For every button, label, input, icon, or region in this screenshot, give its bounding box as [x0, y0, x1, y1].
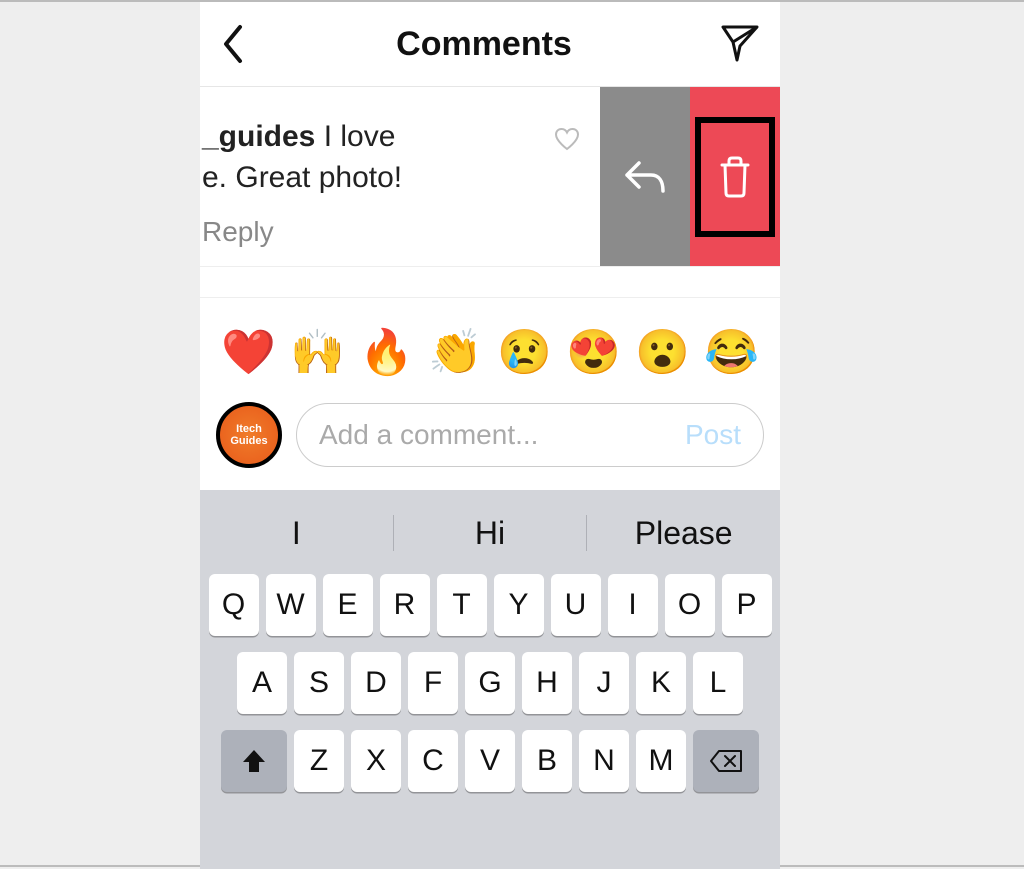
key-r[interactable]: R	[380, 574, 430, 636]
emoji-raising-hands[interactable]: 🙌	[290, 326, 345, 378]
key-row-1: Q W E R T Y U I O P	[200, 566, 780, 644]
suggestion-1[interactable]: I	[200, 515, 393, 552]
comment-row[interactable]: _guides I lovee. Great photo! Reply	[200, 87, 780, 267]
key-h[interactable]: H	[522, 652, 572, 714]
avatar[interactable]: Itech Guides	[216, 402, 282, 468]
reply-arrow-icon	[623, 157, 667, 197]
reply-link[interactable]: Reply	[200, 216, 600, 248]
suggestion-2[interactable]: Hi	[394, 515, 587, 552]
key-c[interactable]: C	[408, 730, 458, 792]
app-screen: Comments _guides I lovee. Great photo! R…	[200, 2, 780, 869]
key-d[interactable]: D	[351, 652, 401, 714]
swipe-delete-button[interactable]	[690, 87, 780, 266]
suggestion-3[interactable]: Please	[587, 515, 780, 552]
key-k[interactable]: K	[636, 652, 686, 714]
send-icon[interactable]	[720, 24, 760, 64]
key-v[interactable]: V	[465, 730, 515, 792]
shift-key[interactable]	[221, 730, 287, 792]
key-s[interactable]: S	[294, 652, 344, 714]
post-button[interactable]: Post	[685, 419, 741, 451]
swipe-actions	[600, 87, 780, 266]
key-l[interactable]: L	[693, 652, 743, 714]
trash-icon	[716, 155, 754, 199]
shift-icon	[241, 748, 267, 774]
key-g[interactable]: G	[465, 652, 515, 714]
key-z[interactable]: Z	[294, 730, 344, 792]
comment-username: _guides	[202, 120, 315, 153]
key-q[interactable]: Q	[209, 574, 259, 636]
emoji-bar: ❤️ 🙌 🔥 👏 😢 😍 😮 😂	[200, 297, 780, 388]
page-title: Comments	[396, 25, 572, 64]
key-o[interactable]: O	[665, 574, 715, 636]
key-b[interactable]: B	[522, 730, 572, 792]
comment-input[interactable]: Add a comment... Post	[296, 403, 764, 467]
key-i[interactable]: I	[608, 574, 658, 636]
key-row-2: A S D F G H J K L	[200, 644, 780, 722]
heart-icon[interactable]	[554, 127, 580, 156]
emoji-clap[interactable]: 👏	[428, 326, 483, 378]
key-n[interactable]: N	[579, 730, 629, 792]
emoji-cry[interactable]: 😢	[497, 326, 552, 378]
key-p[interactable]: P	[722, 574, 772, 636]
key-x[interactable]: X	[351, 730, 401, 792]
key-f[interactable]: F	[408, 652, 458, 714]
header: Comments	[200, 2, 780, 87]
key-row-3: Z X C V B N M	[200, 722, 780, 800]
key-a[interactable]: A	[237, 652, 287, 714]
back-icon[interactable]	[220, 23, 248, 65]
key-m[interactable]: M	[636, 730, 686, 792]
emoji-fire[interactable]: 🔥	[359, 326, 414, 378]
key-y[interactable]: Y	[494, 574, 544, 636]
comment-input-row: Itech Guides Add a comment... Post	[200, 388, 780, 490]
emoji-surprised[interactable]: 😮	[635, 326, 690, 378]
emoji-joy[interactable]: 😂	[704, 326, 759, 378]
key-e[interactable]: E	[323, 574, 373, 636]
backspace-icon	[709, 749, 743, 773]
comment-content: _guides I lovee. Great photo! Reply	[200, 87, 600, 266]
comment-placeholder: Add a comment...	[319, 419, 538, 451]
comment-text: _guides I lovee. Great photo!	[200, 117, 600, 198]
key-j[interactable]: J	[579, 652, 629, 714]
key-w[interactable]: W	[266, 574, 316, 636]
keyboard: I Hi Please Q W E R T Y U I O P A S D F …	[200, 490, 780, 869]
keyboard-suggestions: I Hi Please	[200, 500, 780, 566]
emoji-heart-eyes[interactable]: 😍	[566, 326, 621, 378]
backspace-key[interactable]	[693, 730, 759, 792]
emoji-heart[interactable]: ❤️	[221, 326, 276, 378]
key-t[interactable]: T	[437, 574, 487, 636]
key-u[interactable]: U	[551, 574, 601, 636]
swipe-reply-button[interactable]	[600, 87, 690, 266]
